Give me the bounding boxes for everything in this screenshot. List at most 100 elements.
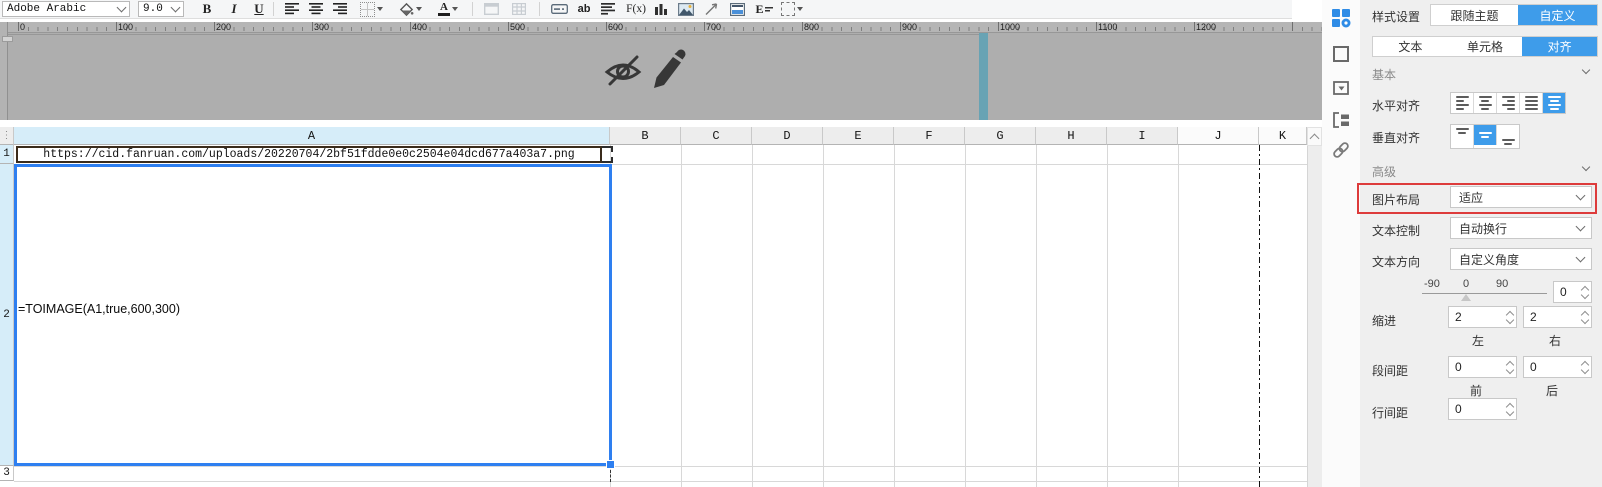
image-icon [678,2,694,16]
insert-field-button[interactable] [548,1,570,17]
align-left-button[interactable] [283,1,301,17]
angle-spinner[interactable]: 0 [1553,281,1592,303]
insert-chart-button[interactable] [651,1,671,17]
row-header-1[interactable]: 1 [0,145,14,164]
valign-middle-button[interactable] [1474,125,1497,145]
follow-theme-button[interactable]: 跟随主题 [1431,5,1518,25]
custom-button[interactable]: 自定义 [1517,5,1597,25]
column-header-c[interactable]: C [681,127,752,145]
scroll-up-button[interactable] [1307,127,1322,146]
chevron-down-icon[interactable] [376,7,383,11]
halign-distributed-button[interactable] [1543,93,1565,113]
valign-top-button[interactable] [1451,125,1474,148]
halign-justify-button[interactable] [1520,93,1543,113]
spinner-arrows[interactable] [1580,285,1590,299]
para-before-spinner[interactable]: 0 [1448,356,1517,378]
halign-left-button[interactable] [1451,93,1474,113]
valign-bottom-button[interactable] [1497,125,1519,148]
tab-align[interactable]: 对齐 [1522,37,1598,56]
cell-a1[interactable]: https://cid.fanruan.com/uploads/20220704… [16,146,602,163]
font-size-combo[interactable]: 9.0 [138,1,184,17]
sidebar-frame-button[interactable] [1331,44,1351,64]
insert-image-button[interactable] [675,1,697,17]
column-header-g[interactable]: G [965,127,1036,145]
sidebar-cell-attributes-button[interactable] [1331,8,1351,28]
selection-drag-handle[interactable] [606,460,615,469]
insert-text-button[interactable]: ab [575,1,593,17]
sidebar-hyperlink-button[interactable] [1331,140,1351,160]
border-style-button[interactable] [358,1,384,17]
table-grid-icon [512,3,526,15]
column-header-b[interactable]: B [610,127,681,145]
column-header-a[interactable]: A [14,127,610,145]
chart-panel-icon [729,2,745,16]
angle-slider-handle[interactable] [1461,294,1471,301]
bias-cell-button[interactable]: E [752,1,776,17]
sidebar-float-element-button[interactable] [1331,110,1351,130]
fill-color-button[interactable] [396,1,424,17]
insert-line-button[interactable] [701,1,721,17]
halign-center-button[interactable] [1474,93,1497,113]
column-header-i[interactable]: I [1107,127,1178,145]
column-header-j[interactable]: J [1178,127,1259,145]
column-header-f[interactable]: F [894,127,965,145]
tab-cell[interactable]: 单元格 [1448,37,1523,56]
chevron-down-icon[interactable] [797,7,803,11]
section-basic-header[interactable]: 基本 [1372,66,1396,83]
section-advanced-header[interactable]: 高级 [1372,163,1396,180]
vertical-scrollbar[interactable] [1307,127,1322,487]
spinner-arrows[interactable] [1580,360,1590,374]
spinner-arrows[interactable] [1580,310,1590,324]
insert-table-button-disabled[interactable] [509,1,529,17]
row-header-2[interactable]: 2 [0,164,14,466]
chevron-down-icon[interactable] [452,7,458,11]
hide-band-button[interactable] [602,52,644,93]
align-center-button[interactable] [307,1,325,17]
gridline [681,145,682,487]
column-header-k[interactable]: K [1259,127,1307,145]
angle-slider-track[interactable] [1422,293,1547,294]
italic-button[interactable]: I [225,1,243,17]
row-header-3[interactable]: 3 [0,466,14,481]
page-margin-marker[interactable] [979,33,988,120]
halign-right-button[interactable] [1497,93,1520,113]
indent-right-spinner[interactable]: 2 [1523,306,1592,328]
chevron-down-icon[interactable] [170,2,181,13]
spinner-arrows[interactable] [1505,310,1515,324]
ruler-label: 1200 [1196,22,1217,32]
chevron-down-icon[interactable] [415,7,422,11]
spinner-arrows[interactable] [1505,402,1515,416]
cell-a2-formula[interactable]: =TOIMAGE(A1,true,600,300) [18,302,180,316]
paragraph-button[interactable] [598,1,618,17]
gridline [14,466,1307,467]
spinner-arrows[interactable] [1505,360,1515,374]
cell-border-box-button[interactable] [779,1,805,17]
font-family-combo[interactable]: Adobe Arabic [2,1,130,17]
edit-band-button[interactable] [648,47,690,96]
text-direction-dropdown[interactable]: 自定义角度 [1450,248,1592,270]
line-spacing-spinner[interactable]: 0 [1448,398,1517,420]
sheet-corner[interactable]: ⋮ [0,127,14,145]
toolbar-separator [472,2,473,16]
para-after-spinner[interactable]: 0 [1523,356,1592,378]
hidden-eye-icon [604,55,642,86]
column-header-e[interactable]: E [823,127,894,145]
column-header-d[interactable]: D [752,127,823,145]
font-color-button[interactable]: A [434,1,462,17]
underline-button[interactable]: U [250,1,268,17]
chevron-down-icon[interactable] [116,2,127,13]
text-control-dropdown[interactable]: 自动换行 [1450,217,1592,239]
insert-formula-button[interactable]: F(x) [623,1,649,17]
column-header-h[interactable]: H [1036,127,1107,145]
sidebar-widget-button[interactable] [1331,78,1351,98]
ruler-label: 200 [216,22,232,32]
para-before-value: 0 [1455,360,1462,374]
small-lines-icon [764,7,773,12]
bold-button[interactable]: B [198,1,216,17]
indent-left-spinner[interactable]: 2 [1448,306,1517,328]
insert-frame-button-disabled[interactable] [481,1,501,17]
insert-subreport-button[interactable] [726,1,748,17]
align-right-button[interactable] [331,1,349,17]
selection-dash [610,470,611,482]
tab-text[interactable]: 文本 [1373,37,1448,56]
